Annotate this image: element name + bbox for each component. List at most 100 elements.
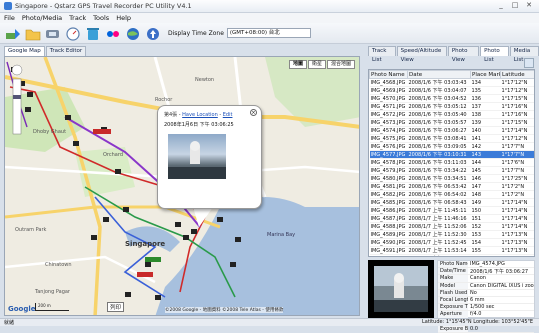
map-type-map[interactable]: 地圖	[288, 60, 307, 69]
menu-track[interactable]: Track	[69, 14, 86, 22]
minimize-button[interactable]: _	[495, 1, 507, 10]
menu-help[interactable]: Help	[116, 14, 131, 22]
detail-value: 6 mm	[470, 296, 485, 303]
save-button[interactable]	[44, 25, 61, 42]
detail-key: Flash Used	[438, 289, 468, 296]
table-row[interactable]: IMG_4589.JPG 2008/1/7 上午 11:52:30 153 1°17'…	[369, 230, 534, 239]
table-row[interactable]: IMG_4571.JPG 2008/1/6 下午 03:05:12 137 1°17'…	[369, 102, 534, 111]
table-row[interactable]: IMG_4590.JPG 2008/1/7 上午 11:52:45 154 1°17'…	[369, 238, 534, 247]
status-ready: 就緒	[4, 320, 15, 326]
globe-icon	[126, 27, 139, 40]
map-label-singapore: Singapore	[125, 240, 166, 248]
cell-place-mark: 152	[470, 222, 501, 231]
cell-photo-name: IMG_4581.JPG	[369, 182, 408, 191]
detail-row: Date/Time 2008/1/6 下午 03:06:27	[438, 268, 534, 276]
popup-close-icon[interactable]: ×	[250, 109, 257, 116]
popup-photo-thumbnail[interactable]	[168, 134, 226, 179]
detail-row: Photo Name IMG_4574.JPG	[438, 261, 534, 269]
detail-row: Exposure Bi...0.0	[438, 325, 534, 333]
cell-photo-name: IMG_4574.JPG	[369, 126, 408, 135]
table-row[interactable]: IMG_4587.JPG 2008/1/7 上午 11:46:16 151 1°17'…	[369, 214, 534, 223]
table-row[interactable]: IMG_4569.JPG 2008/1/6 下午 03:04:07 135 1°17'…	[369, 86, 534, 95]
timezone-label: Display Time Zone	[168, 29, 224, 37]
map-type-satellite[interactable]: 衛星	[307, 60, 326, 69]
open-folder-button[interactable]	[24, 25, 41, 42]
popup-edit-link[interactable]: Edit	[223, 112, 233, 118]
photo-details: Photo Name IMG_4574.JPG Date/Time 2008/1/6 …	[437, 260, 535, 333]
table-row[interactable]: IMG_4574.JPG 2008/1/6 下午 03:06:27 140 1°17'…	[369, 126, 534, 135]
column-photo-name[interactable]: Photo Name	[369, 70, 408, 79]
import-button[interactable]	[4, 25, 21, 42]
tab-google-map[interactable]: Google Map	[4, 46, 45, 56]
table-row[interactable]: IMG_4585.JPG 2008/1/6 下午 06:58:43 149 1°17'…	[369, 198, 534, 207]
column-latitude[interactable]: Latitude	[500, 70, 534, 79]
flickr-button[interactable]	[104, 25, 121, 42]
table-row[interactable]: IMG_4582.JPG 2008/1/6 下午 06:54:02 148 1°17'…	[369, 190, 534, 199]
maximize-button[interactable]: □	[509, 1, 521, 10]
cell-latitude: 1°17'2"N	[500, 190, 534, 199]
table-row[interactable]: IMG_4570.JPG 2008/1/6 下午 03:04:52 136 1°17'…	[369, 94, 534, 103]
table-row[interactable]: IMG_4588.JPG 2008/1/7 上午 11:52:06 152 1°17'…	[369, 222, 534, 231]
detail-row: Flash Used No	[438, 289, 534, 297]
folder-icon	[25, 29, 40, 40]
tab-track-editor[interactable]: Track Editor	[45, 46, 87, 56]
cell-latitude: 1°17'16"N	[500, 110, 534, 119]
table-row[interactable]: IMG_4568.JPG 2008/1/6 下午 03:03:43 134 1°17'…	[369, 78, 534, 87]
cell-place-mark: 144	[470, 158, 501, 167]
popup-photo-index: 第4張 -	[164, 112, 183, 118]
timezone-select[interactable]: (GMT+08:00) 台北	[226, 28, 311, 38]
cell-date: 2008/1/6 下午 03:05:40	[407, 110, 471, 119]
cell-date: 2008/1/7 上午 11:52:30	[407, 230, 471, 239]
tab-speed-altitude[interactable]: Speed/Altitude View	[396, 46, 447, 63]
google-logo: Google	[8, 305, 36, 313]
table-row[interactable]: IMG_4577.JPG 2008/1/6 下午 03:10:31 143 1°17'…	[369, 150, 534, 159]
column-place-mark[interactable]: Place Mark	[470, 70, 501, 79]
table-row[interactable]: IMG_4592.JPG2008/1/7 上午 11:54:271561°17'…	[369, 254, 534, 256]
tab-track-list[interactable]: Track List	[368, 46, 396, 63]
export-icon[interactable]	[524, 58, 534, 68]
cell-photo-name: IMG_4579.JPG	[369, 166, 408, 175]
table-row[interactable]: IMG_4576.JPG 2008/1/6 下午 03:09:05 142 1°17'…	[369, 142, 534, 151]
table-row[interactable]: IMG_4586.JPG 2008/1/7 上午 11:45:11 150 1°17'…	[369, 206, 534, 215]
left-tabs: Google Map Track Editor	[4, 46, 87, 56]
cell-date: 2008/1/6 下午 03:06:27	[407, 126, 471, 135]
cell-date: 2008/1/6 下午 03:04:52	[407, 94, 471, 103]
detail-key: Date/Time	[438, 268, 468, 275]
column-date[interactable]: Date	[407, 70, 471, 79]
merlion-photo	[168, 141, 226, 179]
table-row[interactable]: IMG_4573.JPG 2008/1/6 下午 03:05:57 139 1°17'…	[369, 118, 534, 127]
cell-latitude: 1°17'12"N	[500, 134, 534, 143]
window-controls: _ □ ✕	[495, 1, 535, 10]
map-type-hybrid[interactable]: 混合地圖	[326, 60, 355, 69]
menu-tools[interactable]: Tools	[93, 14, 109, 22]
map-type-buttons: 地圖 衛星 混合地圖	[288, 60, 355, 69]
toolbar: Display Time Zone (GMT+08:00) 台北	[0, 23, 539, 44]
detail-key: Exposure Bi...	[438, 325, 468, 332]
tab-photo-list[interactable]: Photo List	[480, 46, 509, 63]
close-button[interactable]: ✕	[523, 1, 535, 10]
upload-button[interactable]	[144, 25, 161, 42]
table-row[interactable]: IMG_4580.JPG 2008/1/6 下午 03:34:51 146 1°17'…	[369, 174, 534, 183]
table-row[interactable]: IMG_4572.JPG 2008/1/6 下午 03:05:40 138 1°17'…	[369, 110, 534, 119]
map-view[interactable]: 地圖 衛星 混合地圖 Singapore Orchard Rochor Dhob…	[4, 56, 360, 316]
detail-value: 2008/1/6 下午 03:06:27	[470, 269, 529, 275]
print-button[interactable]: 列印	[107, 302, 125, 312]
cell-latitude: 1°17'14"N	[500, 198, 534, 207]
menu-photo-media[interactable]: Photo/Media	[22, 14, 62, 22]
tab-photo-view[interactable]: Photo View	[447, 46, 480, 63]
popup-have-location-link[interactable]: Have Location	[182, 112, 218, 118]
cell-place-mark: 156	[470, 254, 501, 256]
cell-latitude: 1°17'12"N	[500, 78, 534, 87]
table-row[interactable]: IMG_4591.JPG 2008/1/7 上午 11:53:14 155 1°17'…	[369, 246, 534, 255]
cell-latitude: 1°17'7"N	[500, 142, 534, 151]
trash-button[interactable]	[84, 25, 101, 42]
table-row[interactable]: IMG_4578.JPG 2008/1/6 下午 03:11:03 144 1°17'…	[369, 158, 534, 167]
speedometer-button[interactable]	[64, 25, 81, 42]
google-earth-button[interactable]	[124, 25, 141, 42]
table-row[interactable]: IMG_4575.JPG 2008/1/6 下午 03:08:41 141 1°17'…	[369, 134, 534, 143]
table-row[interactable]: IMG_4579.JPG 2008/1/6 下午 03:34:22 145 1°17'…	[369, 166, 534, 175]
menu-file[interactable]: File	[4, 14, 15, 22]
tab-media-list[interactable]: Media List	[509, 46, 539, 63]
table-row[interactable]: IMG_4581.JPG 2008/1/6 下午 06:53:42 147 1°17'…	[369, 182, 534, 191]
popup-header: 第4張 - Have Location - Edit	[164, 111, 232, 118]
